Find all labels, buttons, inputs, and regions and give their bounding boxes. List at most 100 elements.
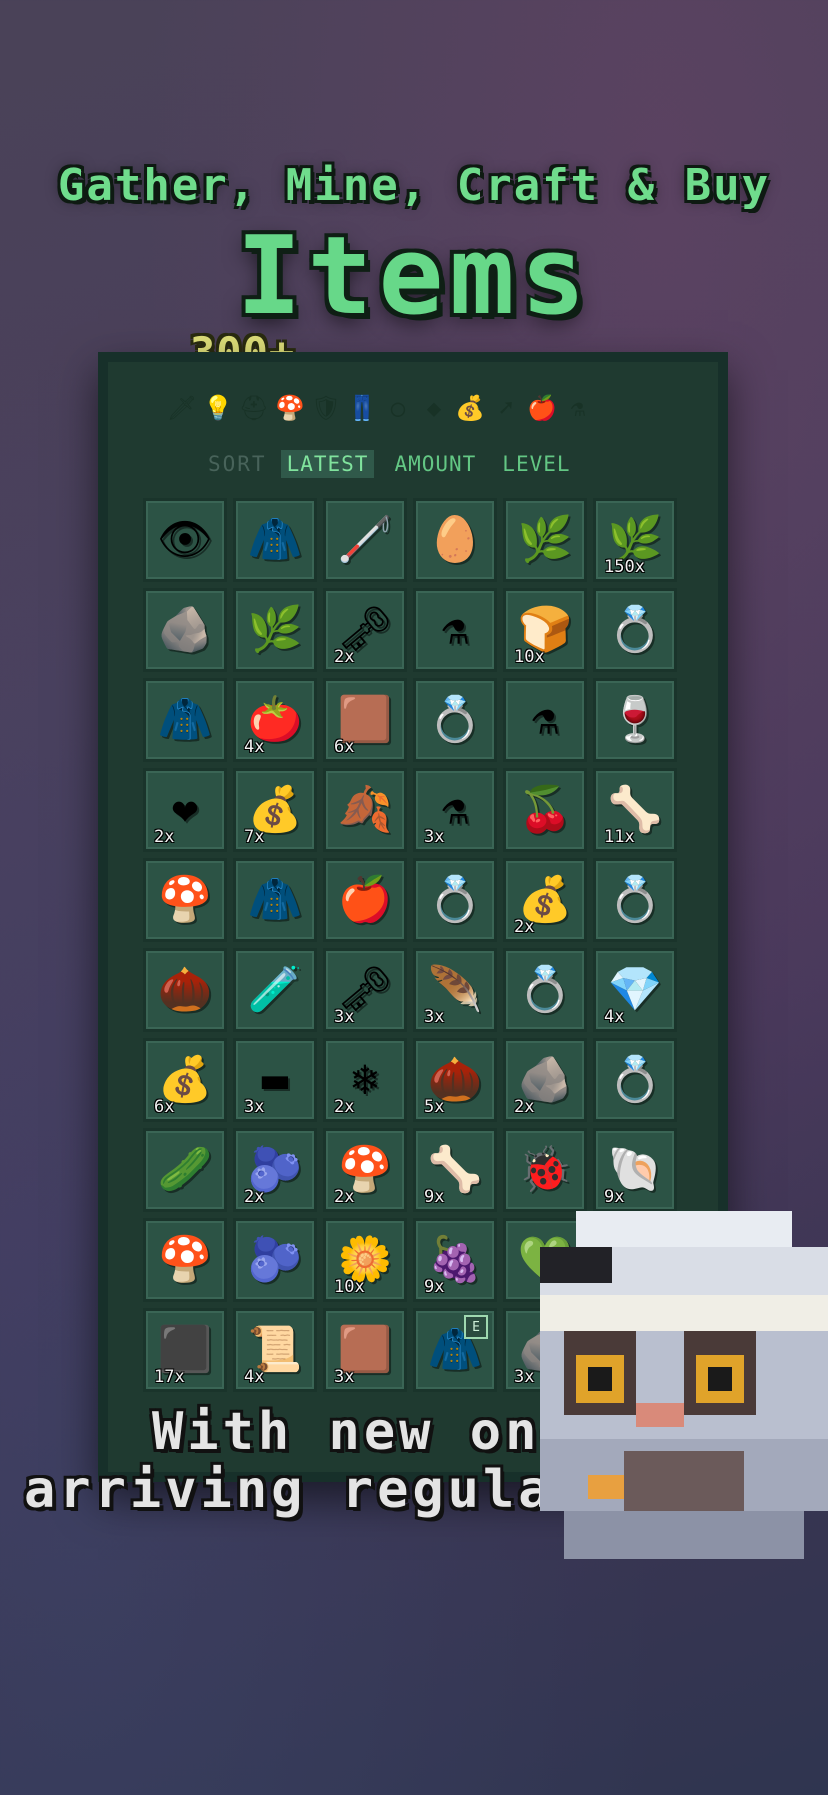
sort-level-button[interactable]: LEVEL [496,450,576,478]
item-slot-key[interactable]: 🗝 2x [323,588,407,672]
item-slot-leather-scrap[interactable]: 🟫 6x [323,678,407,762]
item-slot-ice-flower[interactable]: ❄ 2x [323,1038,407,1122]
item-slot-black-berries[interactable]: 🫐 [233,1218,317,1302]
sword-icon[interactable]: 🗡 [167,394,197,422]
item-slot-twig[interactable]: 🌿 [503,498,587,582]
bag-icon[interactable]: 💰 [455,394,485,422]
seed-pouch-icon: 💰 [247,784,303,835]
item-quantity: 3x [334,1007,355,1027]
bulb-icon[interactable]: 💡 [203,394,233,422]
item-slot-eyeball[interactable]: 👁 [143,498,227,582]
item-slot-scroll[interactable]: 📜 4x [233,1308,317,1392]
item-slot-torn-leather[interactable]: 🟫 3x [323,1308,407,1392]
wine-bottle-icon: 🍷 [607,694,663,745]
item-slot-leather-tunic[interactable]: 🧥 E [413,1308,497,1392]
sort-bar: SORT LATEST AMOUNT LEVEL [208,450,577,478]
item-slot-red-apple[interactable]: 🍎 [323,858,407,942]
item-slot-ring[interactable]: 💍 [593,588,677,672]
item-slot-tomato[interactable]: 🍅 4x [233,678,317,762]
item-slot-iron-key[interactable]: 🗝 3x [323,948,407,1032]
blue-potion-icon: 🧪 [247,964,303,1015]
feather-icon: 🪶 [427,964,483,1015]
item-quantity: 2x [244,1187,265,1207]
item-slot-iron-bar[interactable]: ▬ 3x [233,1038,317,1122]
item-slot-seed-pouch[interactable]: 💰 7x [233,768,317,852]
item-slot-blue-potion[interactable]: 🧪 [233,948,317,1032]
seed-pouch-icon: 💰 [517,874,573,925]
item-slot-bread[interactable]: 🍞 10x [503,588,587,672]
sort-amount-button[interactable]: AMOUNT [388,450,482,478]
category-filter-bar: 🗡 💡 ⛑ 🍄 🛡 👖 ○ ◆ 💰 ➚ 🍎 ⚗ [167,394,592,422]
legs-icon[interactable]: 👖 [347,394,377,422]
item-quantity: 6x [334,737,355,757]
arrow-icon[interactable]: ➚ [492,394,520,422]
item-quantity: 3x [424,1007,445,1027]
item-slot-feather[interactable]: 🪶 3x [413,948,497,1032]
item-slot-frost-mushroom[interactable]: 🍄 2x [323,1128,407,1212]
item-slot-ring[interactable]: 💍 [503,948,587,1032]
item-slot-purple-grapes[interactable]: 🍇 9x [413,1218,497,1302]
item-slot-stick[interactable]: 🌿 [233,588,317,672]
armor-icon[interactable]: 🛡 [311,394,341,422]
item-slot-pink-potion[interactable]: ⚗ [503,678,587,762]
item-slot-branches[interactable]: 🌿 150x [593,498,677,582]
item-slot-ring[interactable]: 💍 [413,858,497,942]
root-bundle-icon: 🌰 [157,964,213,1015]
ore-chunk-icon: 🪨 [157,604,213,655]
scroll-icon: 📜 [247,1324,303,1375]
gem-icon[interactable]: ◆ [420,394,448,422]
item-slot-flint[interactable]: 🪨 2x [503,1038,587,1122]
item-slot-seed-pouch[interactable]: 💰 6x [143,1038,227,1122]
item-slot-hide[interactable]: 🥚 [413,498,497,582]
equipped-badge: E [464,1315,488,1339]
item-slot-ring[interactable]: 💍 [413,678,497,762]
item-slot-orange-leaf[interactable]: 🍂 [323,768,407,852]
item-slot-ring[interactable]: 💍 [593,858,677,942]
item-slot-empty-flask[interactable]: ⚗ [413,588,497,672]
helmet-icon[interactable]: ⛑ [239,394,269,422]
sort-latest-button[interactable]: LATEST [280,450,375,478]
potion-icon[interactable]: ⚗ [564,394,592,422]
sort-label: SORT [208,452,267,476]
item-slot-wishbone[interactable]: 🦴 11x [593,768,677,852]
ring-icon: 💍 [607,874,663,925]
heart-icon: ❤ [171,784,199,835]
item-slot-ring[interactable]: 💍 [593,1038,677,1122]
item-slot-leather-tunic[interactable]: 🧥 [233,858,317,942]
item-slot-dark-mushroom[interactable]: 🍄 [143,1218,227,1302]
cane-icon: 🦯 [337,514,393,565]
item-slot-wine-bottle[interactable]: 🍷 [593,678,677,762]
yellow-flower-icon: 🌼 [337,1234,393,1285]
item-quantity: 2x [154,827,175,847]
item-slot-beetle[interactable]: 🐞 [503,1128,587,1212]
apple-icon[interactable]: 🍎 [527,394,557,422]
item-slot-heart[interactable]: ❤ 2x [143,768,227,852]
item-slot-leather-tunic[interactable]: 🧥 [233,498,317,582]
item-slot-shell[interactable]: 🐚 9x [593,1128,677,1212]
item-slot-dark-berries[interactable]: 🫐 2x [233,1128,317,1212]
mushroom-icon[interactable]: 🍄 [275,394,305,422]
item-slot-crystal-shard[interactable]: 💎 4x [593,948,677,1032]
item-slot-cane[interactable]: 🦯 [323,498,407,582]
item-slot-root-bundle[interactable]: 🌰 [143,948,227,1032]
dark-berries-icon: 🫐 [247,1144,303,1195]
item-slot-small-flask[interactable]: ⚗ 3x [413,768,497,852]
item-slot-ore-chunk[interactable]: 🪨 [143,588,227,672]
item-quantity: 2x [334,1187,355,1207]
ring-icon: 💍 [607,1054,663,1105]
item-slot-pickle[interactable]: 🥒 [143,1128,227,1212]
item-quantity: 9x [424,1277,445,1297]
item-slot-seed-pouch[interactable]: 💰 2x [503,858,587,942]
headline: Gather, Mine, Craft & Buy [57,160,771,211]
ring-icon[interactable]: ○ [384,394,412,422]
item-slot-yellow-flower[interactable]: 🌼 10x [323,1218,407,1302]
item-quantity: 11x [604,827,635,847]
item-slot-leather-tunic[interactable]: 🧥 [143,678,227,762]
item-slot-bone[interactable]: 🦴 9x [413,1128,497,1212]
item-slot-mushroom[interactable]: 🍄 [143,858,227,942]
key-icon: 🗝 [337,604,393,655]
item-slot-acorn[interactable]: 🌰 5x [413,1038,497,1122]
item-slot-coal[interactable]: ⬛ 17x [143,1308,227,1392]
ring-icon: 💍 [427,694,483,745]
item-slot-cherry[interactable]: 🍒 [503,768,587,852]
